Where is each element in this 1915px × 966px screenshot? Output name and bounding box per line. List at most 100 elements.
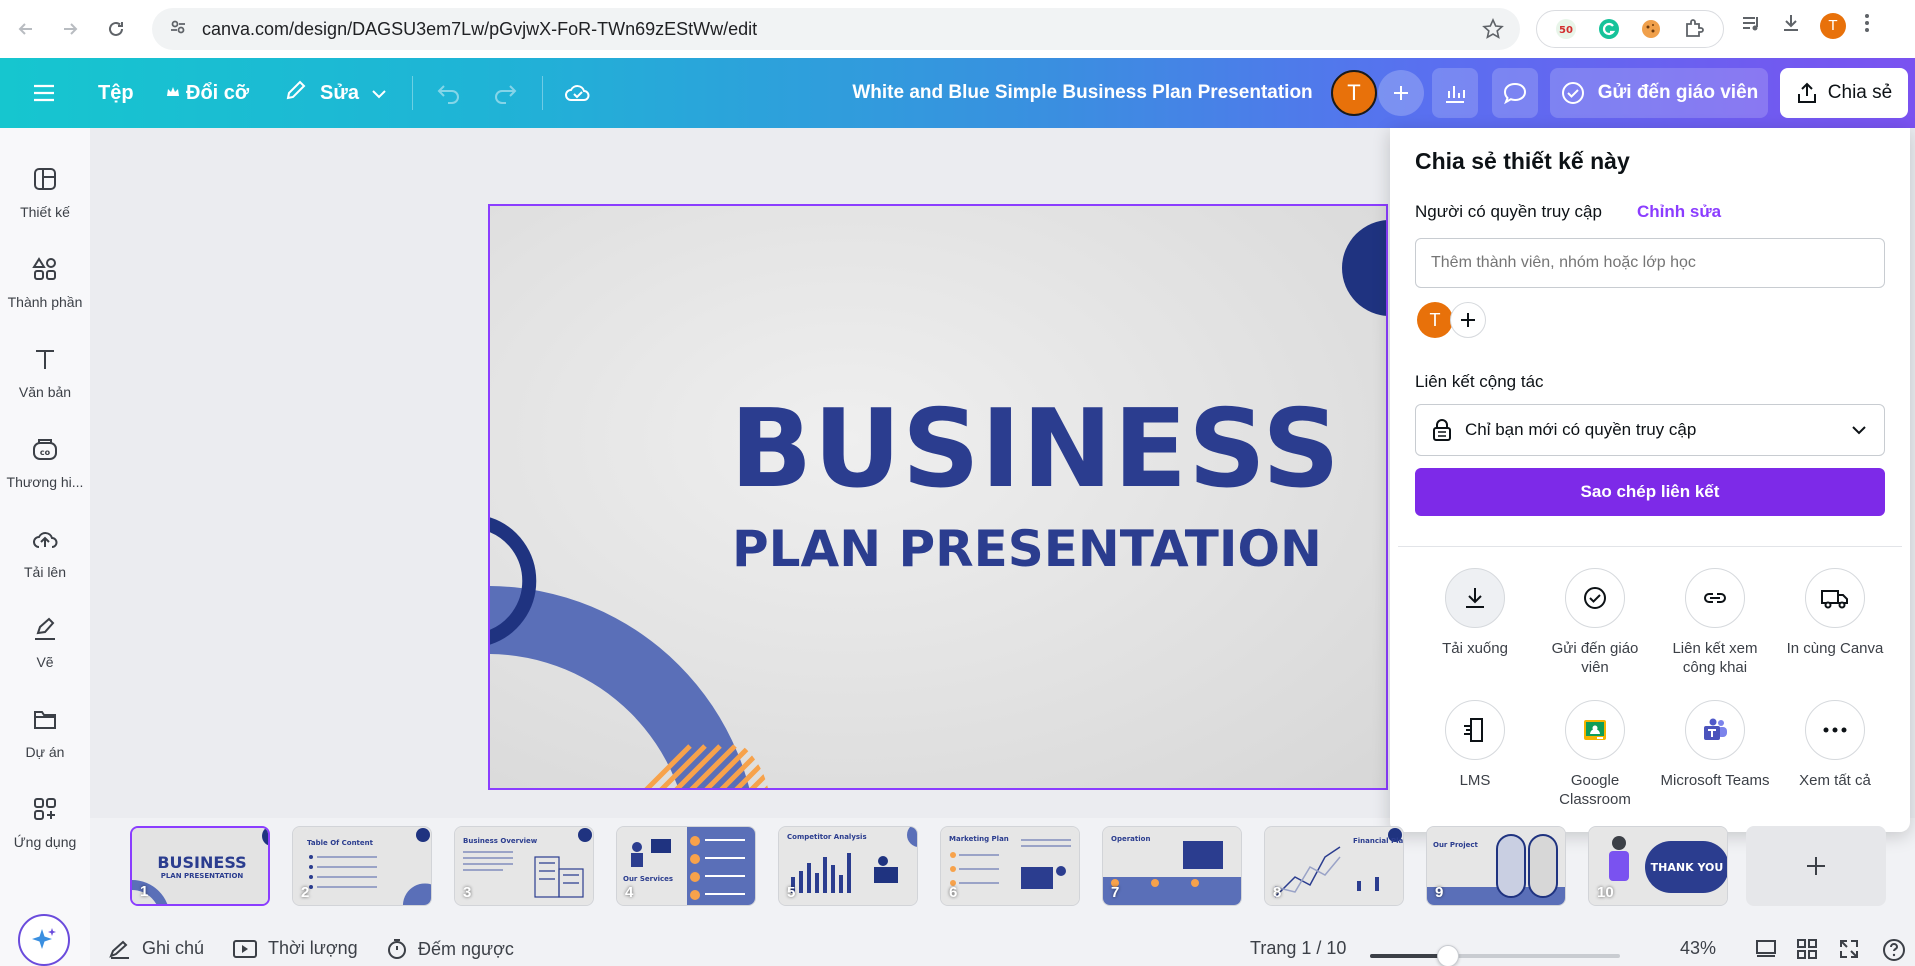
option-see-all[interactable]: Xem tất cả — [1780, 700, 1890, 791]
send-to-teacher-button[interactable]: Gửi đến giáo viên — [1550, 68, 1768, 118]
grammarly-icon[interactable] — [1597, 17, 1621, 41]
share-panel: Chia sẻ thiết kế này Người có quyền truy… — [1390, 128, 1910, 832]
slide-canvas[interactable]: BUSINESS PLAN PRESENTATION — [488, 204, 1388, 790]
add-page-button[interactable] — [1746, 826, 1886, 906]
thumbnail-page[interactable]: Financial Plan 8 — [1264, 826, 1404, 906]
thumbnail-page[interactable]: Competitor Analysis 5 — [778, 826, 918, 906]
comments-button[interactable] — [1492, 68, 1538, 118]
apps-icon — [30, 794, 60, 824]
option-microsoft-teams[interactable]: Microsoft Teams — [1660, 700, 1770, 791]
sidebar-item-elements[interactable]: Thành phần — [0, 246, 90, 326]
notes-button[interactable]: Ghi chú — [108, 938, 204, 959]
option-download[interactable]: Tải xuống — [1420, 568, 1530, 659]
sidebar-item-draw[interactable]: Vẽ — [0, 606, 90, 686]
sidebar-item-design[interactable]: Thiết kế — [0, 156, 90, 236]
option-label: Microsoft Teams — [1660, 772, 1770, 789]
design-title[interactable]: White and Blue Simple Business Plan Pres… — [850, 58, 1315, 128]
option-label: Google Classroom — [1559, 772, 1631, 808]
option-lms[interactable]: LMS — [1420, 700, 1530, 791]
download-icon[interactable] — [1780, 12, 1802, 39]
address-bar[interactable]: canva.com/design/DAGSU3em7Lw/pGvjwX-FoR-… — [152, 8, 1520, 50]
copy-link-button[interactable]: Sao chép liên kết — [1415, 468, 1885, 516]
thumbnail-number: 3 — [463, 884, 472, 901]
option-public-link[interactable]: Liên kết xem công khai — [1660, 568, 1770, 678]
thumbnail-graphic: BUSINESS PLAN PRESENTATION — [132, 828, 268, 904]
profile-avatar[interactable]: T — [1820, 12, 1846, 39]
thumbnail-heading: Table Of Content — [307, 839, 374, 847]
cookie-icon[interactable] — [1639, 17, 1663, 41]
extension-badge-text: 50 — [1559, 25, 1573, 36]
header-divider — [412, 76, 413, 110]
share-button[interactable]: Chia sẻ — [1780, 68, 1908, 118]
redo-icon[interactable] — [492, 58, 518, 128]
bookmark-star-icon[interactable] — [1482, 18, 1504, 45]
sidebar-item-label: Dự án — [25, 744, 65, 760]
thumbnail-graphic: Our Project — [1427, 827, 1565, 905]
sidebar-item-projects[interactable]: Dự án — [0, 696, 90, 776]
fullscreen-icon[interactable] — [1838, 938, 1860, 960]
resize-button[interactable]: Đổi cỡ — [166, 58, 249, 128]
slide-title[interactable]: BUSINESS — [730, 396, 1340, 504]
insights-button[interactable] — [1432, 68, 1478, 118]
slide-subtitle[interactable]: PLAN PRESENTATION — [732, 524, 1322, 574]
brand-icon: co — [30, 434, 60, 464]
top-right-circle — [1342, 220, 1386, 316]
zoom-slider[interactable] — [1370, 945, 1620, 966]
thumbnail-page[interactable]: Operation 7 — [1102, 826, 1242, 906]
thumbnail-heading: Marketing Plan — [949, 835, 1009, 843]
sidebar-item-label: Thành phần — [7, 294, 83, 310]
thumbnail-page[interactable]: Marketing Plan 6 — [940, 826, 1080, 906]
option-print[interactable]: In cùng Canva — [1780, 568, 1890, 659]
upload-icon — [30, 524, 60, 554]
thumbnail-page[interactable]: Table Of Content 2 — [292, 826, 432, 906]
add-members-input[interactable] — [1415, 238, 1885, 288]
option-google-classroom[interactable]: Google Classroom — [1540, 700, 1650, 810]
thumbnail-heading: Financial Plan — [1353, 837, 1404, 845]
thumbnail-number: 9 — [1435, 884, 1444, 901]
duration-button[interactable]: Thời lượng — [232, 938, 358, 959]
add-member-button[interactable] — [1450, 302, 1486, 338]
help-icon[interactable] — [1882, 938, 1906, 962]
undo-icon[interactable] — [436, 58, 462, 128]
zoom-slider-handle[interactable] — [1436, 945, 1459, 966]
thumbnail-page[interactable]: Business Overview 3 — [454, 826, 594, 906]
menu-kebab-icon[interactable] — [1864, 12, 1870, 39]
sidebar-item-upload[interactable]: Tải lên — [0, 516, 90, 596]
hamburger-menu-icon[interactable] — [32, 58, 56, 128]
link-icon — [1685, 568, 1745, 628]
zoom-level[interactable]: 43% — [1680, 938, 1716, 959]
grid-view-icon[interactable] — [1796, 938, 1818, 960]
thumbnail-page[interactable]: Our Project 9 — [1426, 826, 1566, 906]
magic-assistant-button[interactable] — [18, 914, 70, 966]
notes-view-icon[interactable] — [1755, 938, 1777, 958]
forward-icon[interactable] — [52, 11, 88, 47]
option-label: Liên kết xem công khai — [1672, 640, 1758, 676]
sidebar-item-brand[interactable]: co Thương hi... — [0, 426, 90, 506]
file-menu-button[interactable]: Tệp — [98, 58, 134, 128]
sidebar-item-apps[interactable]: Ứng dụng — [0, 786, 90, 866]
option-send-teacher[interactable]: Gửi đến giáo viên — [1540, 568, 1650, 678]
puzzle-icon[interactable] — [1682, 17, 1706, 41]
thumbnail-graphic: Operation — [1103, 827, 1241, 905]
media-icon[interactable] — [1740, 12, 1762, 39]
edit-mode-button[interactable]: Sửa — [284, 58, 387, 128]
cloud-saved-icon[interactable] — [564, 58, 592, 128]
add-collaborator-button[interactable] — [1378, 70, 1424, 116]
member-avatar[interactable]: T — [1417, 302, 1453, 338]
reload-icon[interactable] — [98, 11, 134, 47]
edit-access-link[interactable]: Chỉnh sửa — [1637, 202, 1721, 222]
thumbnail-page[interactable]: Our Services 4 — [616, 826, 756, 906]
back-icon[interactable] — [8, 11, 44, 47]
sidebar-item-text[interactable]: Văn bản — [0, 336, 90, 416]
timer-button[interactable]: Đếm ngược — [386, 938, 514, 960]
access-level-select[interactable]: Chỉ bạn mới có quyền truy cập — [1415, 404, 1885, 456]
thumbnail-page[interactable]: BUSINESS PLAN PRESENTATION 1 — [130, 826, 270, 906]
collaborator-avatar[interactable]: T — [1331, 70, 1377, 116]
more-icon — [1805, 700, 1865, 760]
collab-link-label: Liên kết cộng tác — [1415, 372, 1544, 391]
extension-badge-icon[interactable]: 50 — [1554, 17, 1578, 41]
thumbnail-graphic: Marketing Plan — [941, 827, 1079, 905]
site-info-icon[interactable] — [168, 17, 188, 42]
thumbnail-number: 1 — [140, 883, 149, 900]
thumbnail-page[interactable]: THANK YOU 10 — [1588, 826, 1728, 906]
